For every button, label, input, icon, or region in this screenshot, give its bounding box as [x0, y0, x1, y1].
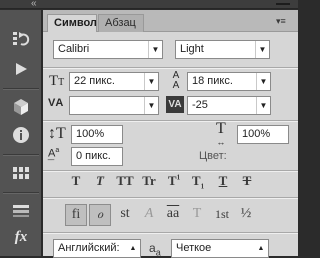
leading-value: 18 пикс.	[192, 75, 233, 87]
discretionary-ligatures-button[interactable]: st	[114, 204, 136, 226]
collapse-chevrons-icon[interactable]: «	[31, 0, 36, 9]
panel-dock: fx	[0, 10, 42, 256]
chevron-updown-icon[interactable]: ▲	[254, 240, 268, 257]
vertical-scale-input[interactable]: 100%	[71, 125, 123, 144]
font-style-dropdown[interactable]: Light ▼	[175, 40, 270, 59]
leading-dropdown[interactable]: 18 пикс. ▼	[187, 72, 271, 91]
swash-button[interactable]: A	[138, 204, 160, 226]
play-icon	[16, 63, 27, 75]
contextual-alternates-button[interactable]: ℴ	[89, 204, 111, 226]
all-caps-button[interactable]: TT	[115, 173, 135, 189]
chevron-down-icon[interactable]: ▼	[148, 41, 162, 58]
dock-separator	[3, 88, 39, 90]
info-icon	[13, 127, 29, 143]
styles-panel-button[interactable]: fx	[6, 224, 36, 250]
3d-panel-button[interactable]	[6, 94, 36, 120]
small-caps-button[interactable]: Tr	[139, 173, 159, 189]
baseline-shift-input[interactable]: 0 пикс.	[71, 147, 123, 166]
panel-top-strip: «	[0, 0, 298, 9]
chevron-down-icon[interactable]: ▼	[144, 97, 158, 114]
panel-menu-icon[interactable]: ▾≡	[276, 16, 292, 28]
antialias-value: Четкое	[176, 242, 212, 254]
language-dropdown[interactable]: Английский: ▲	[53, 239, 141, 258]
color-swatch[interactable]	[237, 147, 289, 166]
font-family-dropdown[interactable]: Calibri ▼	[53, 40, 163, 59]
divider	[43, 198, 298, 199]
color-label: Цвет:	[199, 150, 227, 162]
language-value: Английский:	[58, 242, 120, 254]
adjustments-panel-button[interactable]	[6, 198, 36, 224]
kerning-icon: VA	[48, 97, 63, 109]
font-size-dropdown[interactable]: 22 пикс. ▼	[69, 72, 159, 91]
vertical-scale-icon: ↕T	[48, 125, 66, 142]
baseline-shift-icon: Aa ‾‾	[48, 147, 60, 169]
history-icon	[13, 32, 30, 46]
tab-character[interactable]: Символ	[47, 14, 97, 32]
horizontal-scale-icon: T ↔	[216, 120, 226, 148]
underline-button[interactable]: T	[213, 173, 233, 189]
font-style-value: Light	[180, 43, 204, 55]
tracking-icon: VA	[166, 96, 184, 113]
stylistic-alternates-button[interactable]: aa	[162, 204, 184, 226]
kerning-dropdown[interactable]: ▼	[69, 96, 159, 115]
divider	[43, 233, 298, 234]
history-panel-button[interactable]	[6, 26, 36, 52]
font-size-icon: TT	[49, 73, 65, 89]
subscript-button[interactable]: T1	[188, 173, 208, 191]
divider	[43, 121, 298, 122]
tracking-value: -25	[192, 99, 208, 111]
fx-icon: fx	[14, 228, 28, 245]
layers-icon	[13, 205, 29, 217]
horizontal-scale-input[interactable]: 100%	[237, 125, 289, 144]
faux-bold-button[interactable]: T	[66, 173, 86, 189]
chevron-updown-icon[interactable]: ▲	[126, 240, 140, 257]
leading-icon: AA	[172, 70, 180, 91]
ordinals-button[interactable]: 1st	[211, 204, 233, 226]
info-panel-button[interactable]	[6, 122, 36, 148]
chevron-down-icon[interactable]: ▼	[255, 41, 269, 58]
tab-bar: Символ Абзац ▾≡	[43, 10, 298, 32]
dock-separator	[3, 154, 39, 156]
strikethrough-button[interactable]: T	[237, 173, 257, 189]
tab-paragraph[interactable]: Абзац	[98, 14, 144, 32]
font-size-value: 22 пикс.	[74, 75, 115, 87]
fractions-button[interactable]: ½	[235, 204, 257, 226]
cube-icon	[14, 99, 28, 115]
faux-italic-button[interactable]: T	[90, 173, 110, 189]
swatches-panel-button[interactable]	[6, 160, 36, 186]
chevron-down-icon[interactable]: ▼	[256, 73, 270, 90]
chevron-down-icon[interactable]: ▼	[256, 97, 270, 114]
antialias-dropdown[interactable]: Четкое ▲	[171, 239, 269, 258]
swatches-grid-icon	[13, 167, 29, 179]
dock-separator	[3, 192, 39, 194]
divider	[43, 68, 298, 69]
ligatures-button[interactable]: fi	[65, 204, 87, 226]
panel-grip[interactable]	[276, 3, 290, 5]
chevron-down-icon[interactable]: ▼	[144, 73, 158, 90]
actions-panel-button[interactable]	[6, 56, 36, 82]
divider	[43, 171, 298, 172]
tracking-dropdown[interactable]: -25 ▼	[187, 96, 271, 115]
titling-alternates-button[interactable]: T	[186, 204, 208, 226]
character-panel: Символ Абзац ▾≡ Calibri ▼ Light ▼ TT 22 …	[43, 10, 298, 258]
font-family-value: Calibri	[58, 43, 90, 55]
superscript-button[interactable]: T1	[164, 173, 184, 189]
antialias-icon: aa	[149, 241, 161, 258]
